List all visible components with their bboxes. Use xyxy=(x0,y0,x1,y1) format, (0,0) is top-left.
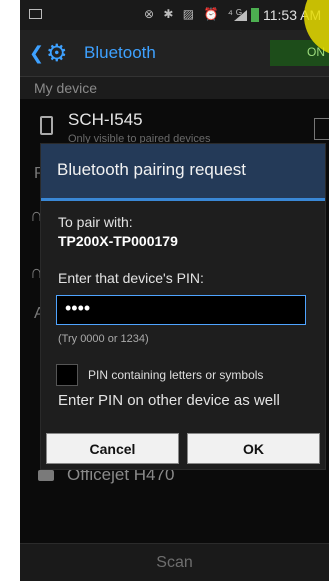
status-bar: ⊗ ✱ ▨ ⏰ ⁴ᴳ 11:53 AM xyxy=(20,0,329,30)
my-device-name: SCH-I545 xyxy=(68,110,143,129)
pair-device-name: TP200X-TP000179 xyxy=(58,233,178,249)
pin-input[interactable]: •••• xyxy=(56,295,306,325)
dialog-title: Bluetooth pairing request xyxy=(41,144,325,201)
printer-icon xyxy=(38,470,54,481)
letters-symbols-checkbox[interactable] xyxy=(56,364,78,386)
phone-screen: ⊗ ✱ ▨ ⏰ ⁴ᴳ 11:53 AM ❮ ⚙ Bluetooth ON My … xyxy=(20,0,329,581)
back-icon[interactable]: ❮ xyxy=(29,43,44,64)
ok-button[interactable]: OK xyxy=(187,433,320,464)
pairing-dialog: Bluetooth pairing request To pair with: … xyxy=(40,143,326,470)
pin-hint: (Try 0000 or 1234) xyxy=(58,333,149,345)
status-icons: ⊗ ✱ ▨ ⏰ ⁴ᴳ xyxy=(144,7,245,21)
gear-icon[interactable]: ⚙ xyxy=(46,39,68,68)
battery-icon xyxy=(251,8,259,22)
visibility-checkbox[interactable] xyxy=(314,118,329,140)
signal-icon xyxy=(234,10,247,21)
checkbox-label: PIN containing letters or symbols xyxy=(88,368,264,382)
pin-prompt: Enter that device's PIN: xyxy=(58,270,204,286)
cancel-button[interactable]: Cancel xyxy=(46,433,179,464)
action-bar: ❮ ⚙ Bluetooth ON xyxy=(20,30,329,77)
other-device-text: Enter PIN on other device as well xyxy=(58,392,280,409)
pair-with-label: To pair with: xyxy=(58,214,133,230)
phone-icon xyxy=(40,116,53,135)
image-icon xyxy=(29,9,42,19)
scan-button[interactable]: Scan xyxy=(20,543,329,581)
page-title[interactable]: Bluetooth xyxy=(84,43,156,63)
section-my-device: My device xyxy=(20,77,329,99)
